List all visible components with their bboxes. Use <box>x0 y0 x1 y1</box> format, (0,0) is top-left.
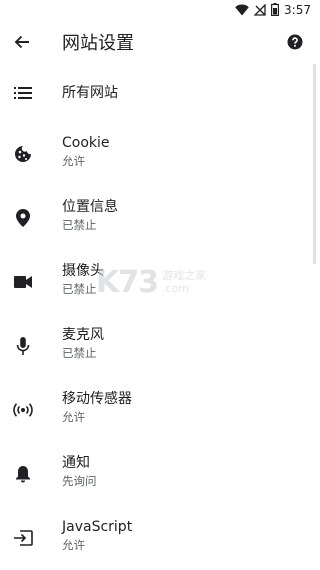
list-item-label: 位置信息 <box>62 199 118 215</box>
back-button[interactable] <box>10 32 34 56</box>
camera-icon <box>12 271 34 293</box>
status-icons: 3:57 <box>235 2 311 18</box>
list-item-status: 已禁止 <box>62 346 97 360</box>
microphone-icon <box>12 335 34 357</box>
scrollbar[interactable] <box>313 64 316 264</box>
list-item-status: 先询问 <box>62 474 97 488</box>
list-item-status: 允许 <box>62 154 85 168</box>
list-item-status: 允许 <box>62 538 85 552</box>
list-item-all-sites[interactable]: 所有网站 <box>0 64 317 122</box>
location-pin-icon <box>12 207 34 229</box>
site-settings-list: 所有网站 Cookie 允许 位置信息 已禁止 摄像头 已禁止 麦克风 已禁止 … <box>0 64 317 570</box>
list-item-status: 允许 <box>62 410 85 424</box>
list-item-status: 已禁止 <box>62 282 97 296</box>
arrow-back-icon <box>13 33 31 55</box>
cookie-icon <box>12 143 34 165</box>
signal-off-icon <box>253 1 266 20</box>
motion-sensor-icon <box>12 399 34 421</box>
list-item-notifications[interactable]: 通知 先询问 <box>0 442 317 506</box>
list-item-cookie[interactable]: Cookie 允许 <box>0 122 317 186</box>
javascript-icon <box>12 527 34 549</box>
battery-icon <box>271 1 280 20</box>
list-item-label: Cookie <box>62 135 110 151</box>
list-item-label: 通知 <box>62 455 90 471</box>
list-icon <box>12 82 34 104</box>
list-item-status: 已禁止 <box>62 218 97 232</box>
list-item-javascript[interactable]: JavaScript 允许 <box>0 506 317 570</box>
list-item-label: 摄像头 <box>62 263 104 279</box>
page-title: 网站设置 <box>62 33 134 54</box>
list-item-camera[interactable]: 摄像头 已禁止 <box>0 250 317 314</box>
list-item-label: 麦克风 <box>62 327 104 343</box>
list-item-microphone[interactable]: 麦克风 已禁止 <box>0 314 317 378</box>
list-item-label: 移动传感器 <box>62 391 132 407</box>
help-button[interactable] <box>285 34 305 54</box>
status-time: 3:57 <box>284 3 311 17</box>
help-icon <box>287 34 303 54</box>
list-item-label: 所有网站 <box>62 85 118 101</box>
list-item-location[interactable]: 位置信息 已禁止 <box>0 186 317 250</box>
list-item-motion-sensors[interactable]: 移动传感器 允许 <box>0 378 317 442</box>
status-bar: 3:57 <box>0 0 317 20</box>
wifi-icon <box>235 1 249 20</box>
app-bar: 网站设置 <box>0 24 317 64</box>
list-item-label: JavaScript <box>62 519 133 535</box>
notification-bell-icon <box>12 463 34 485</box>
